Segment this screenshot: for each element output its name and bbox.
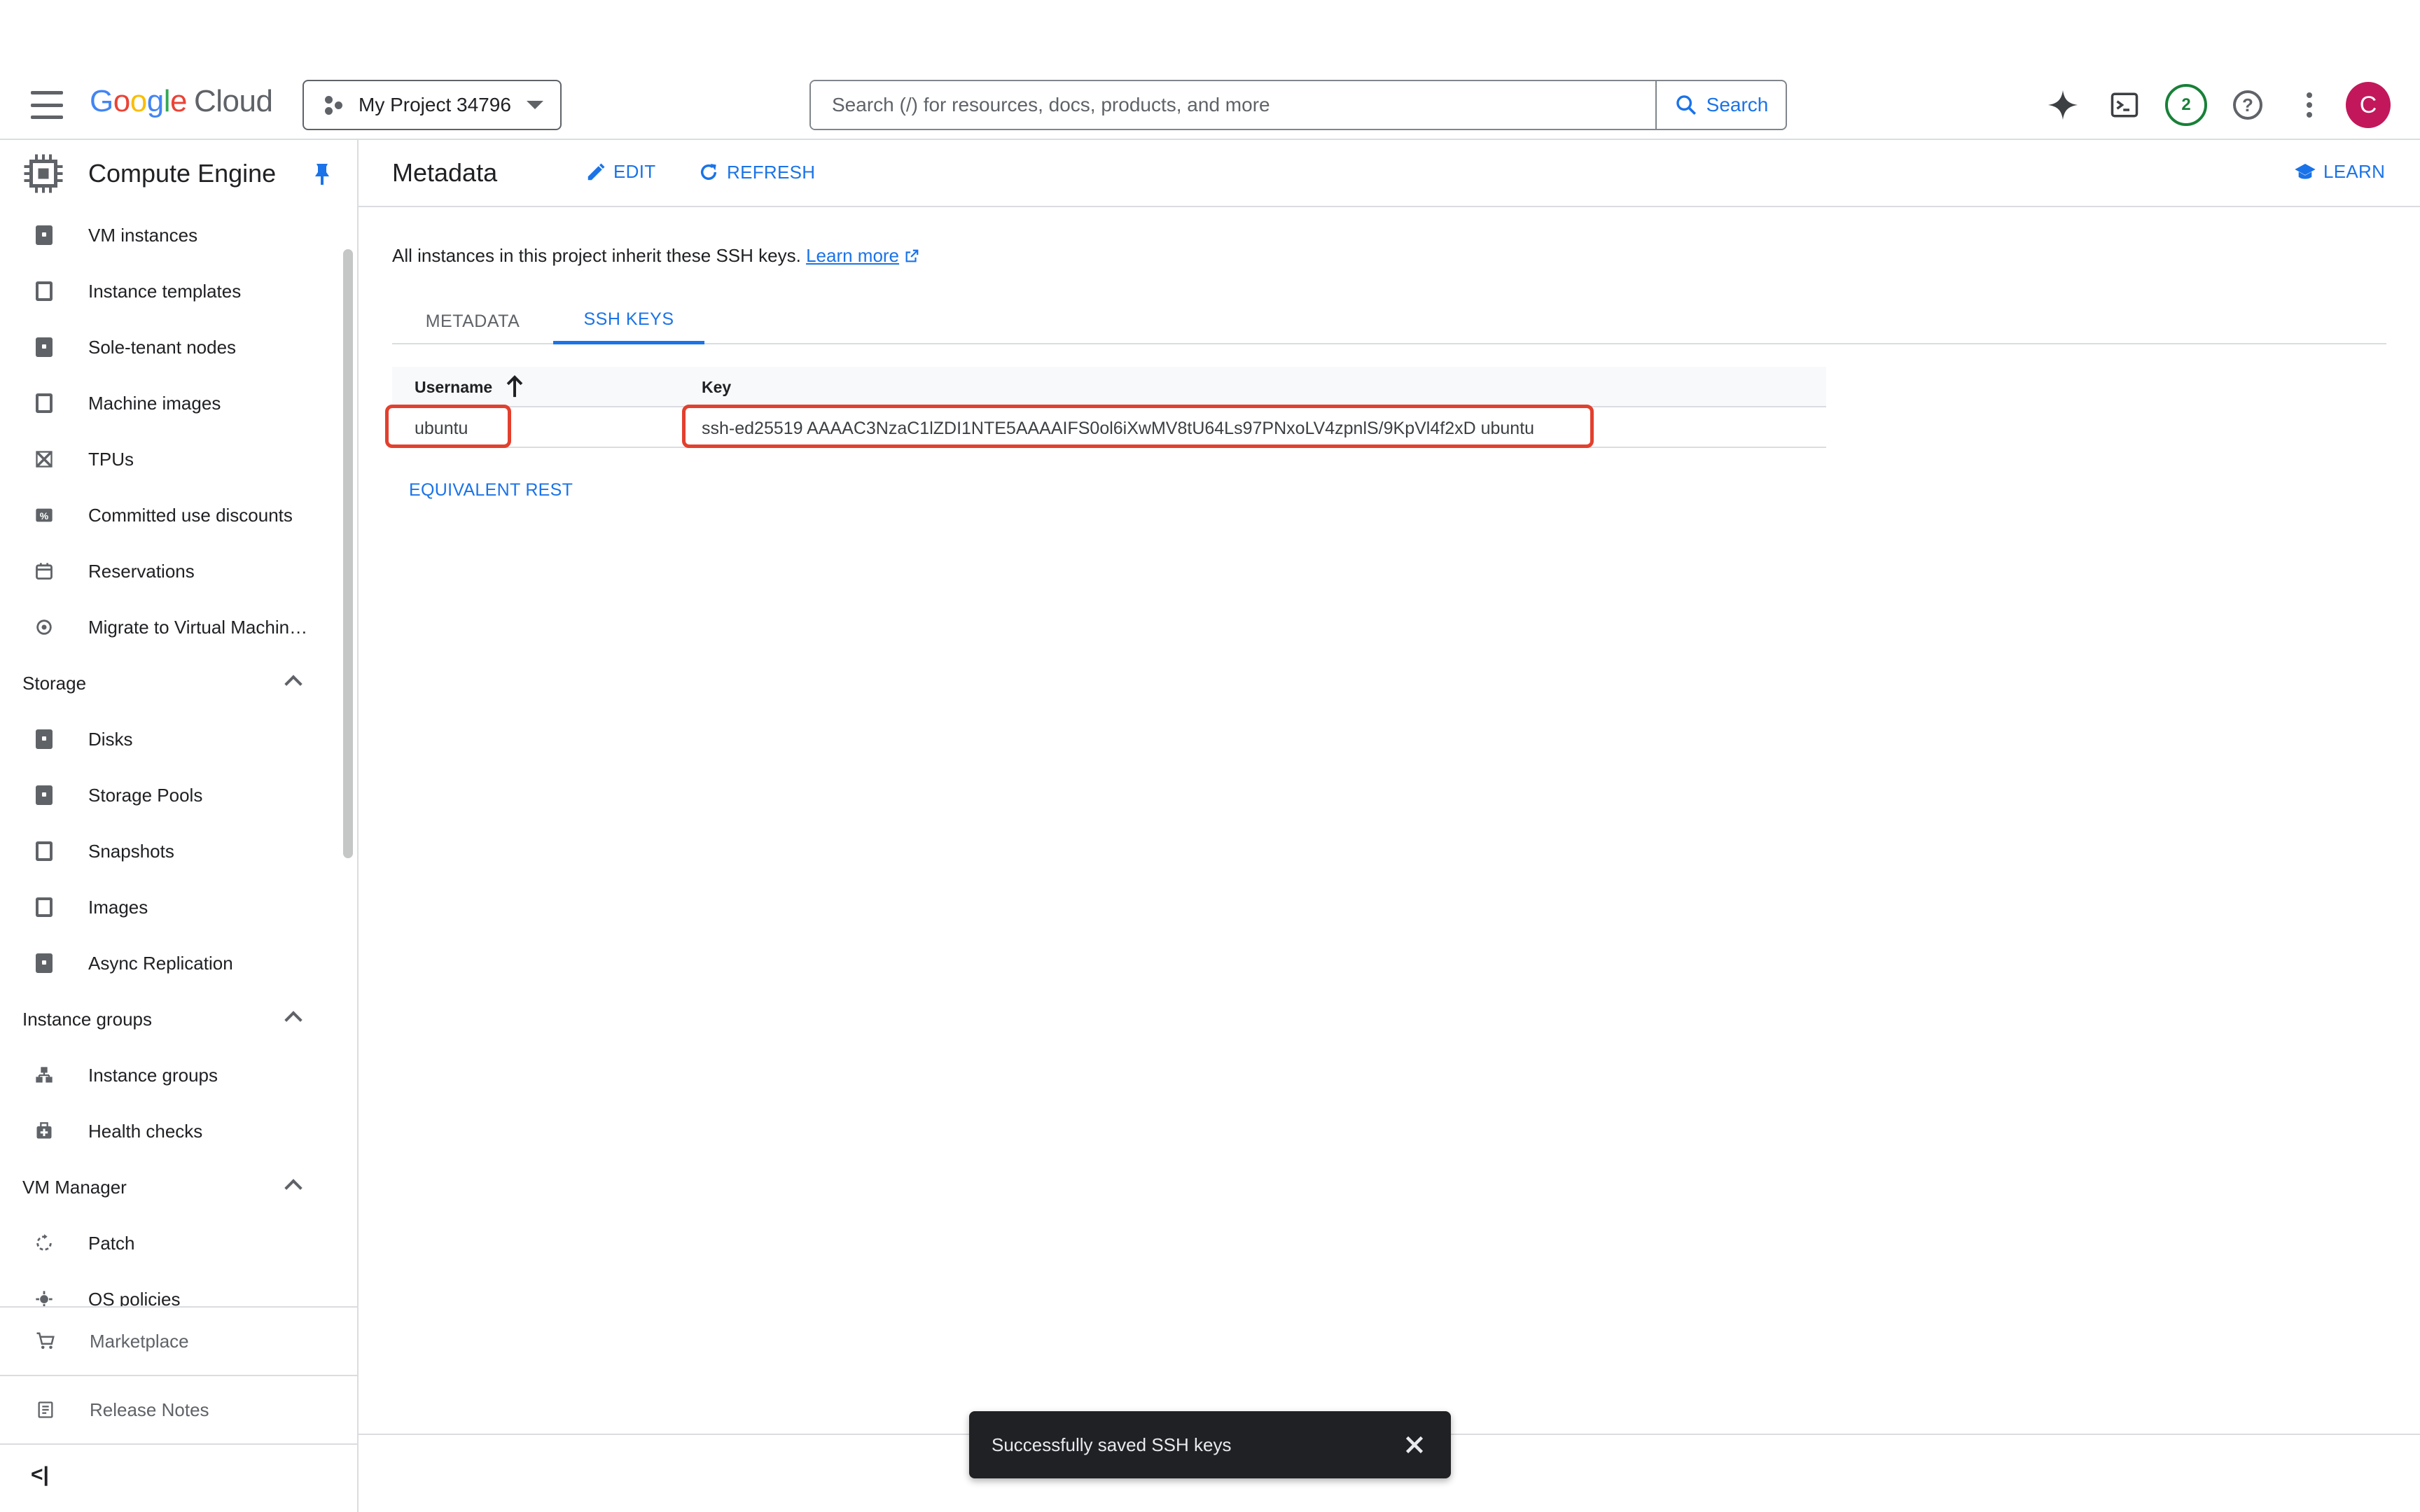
sole-tenant-nodes-icon: [34, 337, 55, 358]
section-storage[interactable]: Storage: [0, 655, 357, 711]
ssh-keys-description: All instances in this project inherit th…: [392, 245, 919, 267]
refresh-icon: [700, 164, 717, 180]
sidebar-item-release-notes[interactable]: Release Notes: [0, 1376, 357, 1443]
account-avatar[interactable]: C: [2346, 82, 2391, 128]
sidebar-item-images[interactable]: Images: [0, 879, 357, 935]
project-icon: [324, 94, 345, 115]
sort-ascending-arrow-icon[interactable]: [504, 375, 525, 399]
pin-icon[interactable]: [315, 164, 329, 185]
discount-icon: %: [34, 505, 55, 526]
highlight-username-box: [385, 405, 511, 448]
help-icon[interactable]: ?: [2225, 83, 2270, 127]
sidebar-item-vm-instances[interactable]: VM instances: [0, 207, 357, 263]
instance-templates-icon: [34, 281, 55, 302]
release-notes-icon: [35, 1399, 56, 1420]
sidebar-item-sole-tenant-nodes[interactable]: Sole-tenant nodes: [0, 319, 357, 375]
page-title: Metadata: [392, 158, 498, 187]
page-header: Metadata EDIT REFRESH LEARN: [359, 140, 2420, 207]
patch-icon: [34, 1233, 55, 1254]
calendar-icon: [34, 561, 55, 582]
search-input[interactable]: [811, 81, 1655, 129]
instance-groups-icon: [34, 1065, 55, 1086]
section-instance-groups[interactable]: Instance groups: [0, 991, 357, 1047]
svg-text:%: %: [40, 510, 49, 522]
sidebar-item-health-checks[interactable]: Health checks: [0, 1103, 357, 1159]
product-title: Compute Engine: [88, 159, 277, 188]
sidebar-nav: VM instances Instance templates Sole-ten…: [0, 207, 357, 1306]
chevron-up-icon: [284, 1011, 302, 1029]
sidebar-scrollbar[interactable]: [343, 249, 353, 858]
equivalent-rest-link[interactable]: EQUIVALENT REST: [409, 480, 573, 500]
sidebar-item-disks[interactable]: Disks: [0, 711, 357, 767]
learn-more-link[interactable]: Learn more: [806, 245, 899, 266]
sidebar-item-patch[interactable]: Patch: [0, 1215, 357, 1271]
google-cloud-logo[interactable]: Google Cloud: [90, 84, 273, 119]
chevron-down-icon: [526, 101, 543, 109]
column-header-username[interactable]: Username: [415, 378, 492, 397]
main-menu-icon[interactable]: [31, 91, 63, 119]
top-bar: GoogleCloud My Project 34796 Search 2 ? …: [0, 0, 2420, 140]
images-icon: [34, 897, 55, 918]
project-picker-button[interactable]: My Project 34796: [302, 80, 562, 130]
external-link-icon: [905, 249, 919, 262]
column-header-key: Key: [702, 378, 732, 396]
tab-metadata[interactable]: METADATA: [392, 298, 553, 344]
storage-pools-icon: [34, 785, 55, 806]
sidebar-item-tpus[interactable]: TPUs: [0, 431, 357, 487]
edit-button[interactable]: EDIT: [585, 161, 655, 183]
tab-ssh-keys[interactable]: SSH KEYS: [553, 298, 704, 344]
graduation-cap-icon: [2295, 163, 2316, 179]
collapse-sidebar-button[interactable]: <|: [31, 1463, 49, 1487]
sidebar-item-migrate[interactable]: Migrate to Virtual Machin…: [0, 599, 357, 655]
os-policies-icon: [34, 1289, 55, 1306]
sidebar: Compute Engine VM instances Instance tem…: [0, 140, 359, 1512]
divider: [0, 1443, 357, 1445]
project-name: My Project 34796: [359, 94, 511, 115]
learn-button[interactable]: LEARN: [2294, 161, 2385, 183]
cloud-shell-terminal-icon[interactable]: [2102, 83, 2147, 127]
table-header: Username Key: [392, 367, 1826, 407]
migrate-icon: [34, 617, 55, 638]
pencil-icon: [587, 163, 605, 180]
sidebar-item-machine-images[interactable]: Machine images: [0, 375, 357, 431]
more-options-icon[interactable]: [2287, 83, 2332, 127]
marketplace-cart-icon: [35, 1331, 56, 1352]
search-button[interactable]: Search: [1655, 81, 1786, 129]
snapshots-icon: [34, 841, 55, 862]
sidebar-item-instance-templates[interactable]: Instance templates: [0, 263, 357, 319]
sidebar-item-storage-pools[interactable]: Storage Pools: [0, 767, 357, 823]
snackbar-message: Successfully saved SSH keys: [992, 1434, 1232, 1455]
sidebar-item-os-policies[interactable]: OS policies: [0, 1271, 357, 1306]
tpus-icon: [34, 449, 55, 470]
async-replication-icon: [34, 953, 55, 974]
sidebar-item-marketplace[interactable]: Marketplace: [0, 1308, 357, 1375]
sidebar-item-snapshots[interactable]: Snapshots: [0, 823, 357, 879]
search-icon: [1676, 95, 1696, 115]
disks-icon: [34, 729, 55, 750]
vm-instances-icon: [34, 225, 55, 246]
tab-bar: METADATA SSH KEYS: [392, 298, 2386, 344]
gemini-sparkle-icon[interactable]: [2040, 83, 2085, 127]
chevron-up-icon: [284, 675, 302, 693]
machine-images-icon: [34, 393, 55, 414]
sidebar-item-async-replication[interactable]: Async Replication: [0, 935, 357, 991]
highlight-key-box: [682, 405, 1594, 448]
close-icon[interactable]: [1402, 1432, 1427, 1457]
compute-engine-chip-icon: [22, 153, 64, 195]
search-bar: Search: [809, 80, 1787, 130]
refresh-button[interactable]: REFRESH: [697, 161, 815, 183]
section-vm-manager[interactable]: VM Manager: [0, 1159, 357, 1215]
sidebar-item-instance-groups[interactable]: Instance groups: [0, 1047, 357, 1103]
chevron-up-icon: [284, 1179, 302, 1197]
sidebar-header: Compute Engine: [0, 140, 357, 207]
notifications-badge[interactable]: 2: [2164, 83, 2209, 127]
sidebar-item-reservations[interactable]: Reservations: [0, 543, 357, 599]
snackbar-notification: Successfully saved SSH keys: [969, 1411, 1451, 1478]
sidebar-item-committed-use-discounts[interactable]: % Committed use discounts: [0, 487, 357, 543]
health-checks-icon: [34, 1121, 55, 1142]
